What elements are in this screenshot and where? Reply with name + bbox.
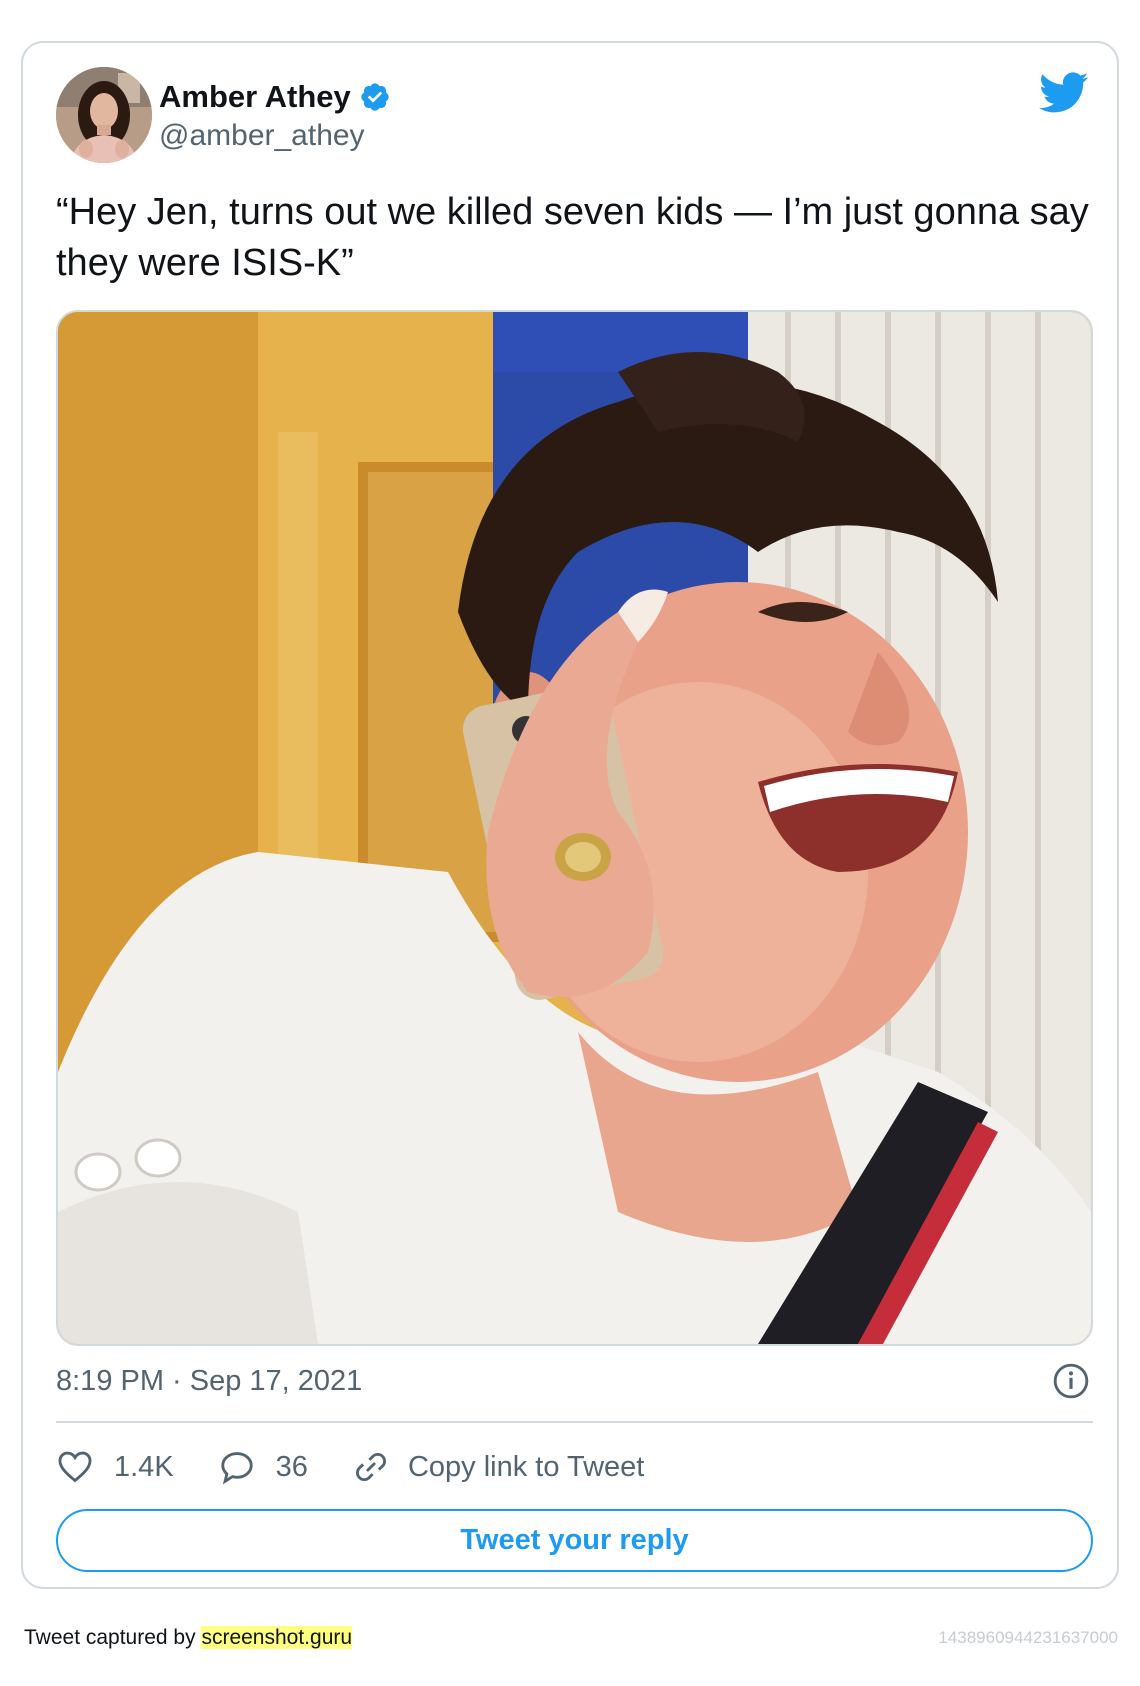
capture-credit: Tweet captured by screenshot.guru bbox=[24, 1626, 353, 1650]
like-button[interactable]: 1.4K bbox=[56, 1448, 174, 1486]
tweet-actions: 1.4K 36 Copy link to Tweet bbox=[56, 1442, 688, 1492]
author-handle[interactable]: @amber_athey bbox=[159, 119, 365, 153]
author-avatar[interactable] bbox=[56, 67, 152, 163]
capture-label: Tweet captured by bbox=[24, 1626, 196, 1649]
reply-count: 36 bbox=[275, 1450, 308, 1483]
tweet-timestamp[interactable]: 8:19 PM · Sep 17, 2021 bbox=[56, 1365, 362, 1398]
tweet-text: “Hey Jen, turns out we killed seven kids… bbox=[56, 191, 1089, 284]
link-icon bbox=[355, 1452, 386, 1482]
screenshot-guru-link[interactable]: screenshot.guru bbox=[201, 1626, 353, 1649]
info-icon[interactable] bbox=[1052, 1362, 1090, 1400]
copy-link-label: Copy link to Tweet bbox=[407, 1450, 645, 1483]
author-name[interactable]: Amber Athey bbox=[159, 79, 351, 115]
tweet-card: Amber Athey @amber_athey “Hey Jen, turns… bbox=[21, 41, 1119, 1589]
copy-link-button[interactable]: Copy link to Tweet bbox=[352, 1448, 644, 1486]
verified-badge-icon bbox=[361, 83, 389, 111]
speech-bubble-icon bbox=[220, 1452, 253, 1485]
tweet-media-image[interactable] bbox=[56, 310, 1093, 1346]
author-name-row[interactable]: Amber Athey bbox=[159, 77, 391, 117]
twitter-bird-icon[interactable] bbox=[1039, 72, 1089, 114]
like-count: 1.4K bbox=[114, 1450, 174, 1483]
tweet-your-reply-button[interactable]: Tweet your reply bbox=[56, 1509, 1093, 1572]
heart-icon bbox=[58, 1451, 92, 1483]
tweet-id: 1438960944231637000 bbox=[938, 1628, 1118, 1647]
divider bbox=[56, 1421, 1093, 1423]
reply-action-button[interactable]: 36 bbox=[218, 1448, 308, 1486]
